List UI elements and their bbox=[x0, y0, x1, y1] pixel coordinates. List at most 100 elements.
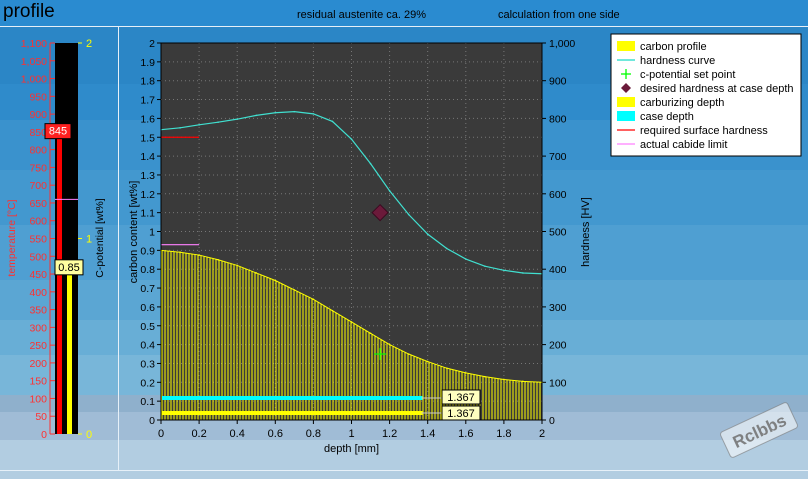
y-tick-label: 1.3 bbox=[140, 170, 155, 182]
carbon-profile-point bbox=[426, 360, 429, 363]
y-tick-label: 0.9 bbox=[140, 245, 155, 257]
c-potential-value-label: 0.85 bbox=[58, 262, 79, 274]
temperature-tick-label: 450 bbox=[29, 269, 47, 281]
profile-chart: 0501001502002503003504004505005506006507… bbox=[0, 26, 808, 479]
legend-entry-label: desired hardness at case depth bbox=[640, 83, 794, 95]
legend-entry-label: required surface hardness bbox=[640, 125, 768, 137]
hardness-curve-point bbox=[312, 113, 315, 115]
carbon-profile-point bbox=[503, 378, 505, 381]
temperature-tick-label: 300 bbox=[29, 322, 47, 334]
x-tick-label: 0.8 bbox=[306, 428, 321, 440]
temperature-tick-label: 800 bbox=[29, 145, 47, 157]
temperature-tick-label: 200 bbox=[29, 358, 47, 370]
carbon-profile-point bbox=[312, 298, 315, 301]
carbon-profile-point bbox=[407, 353, 410, 355]
hardness-curve-point bbox=[484, 265, 486, 267]
y-tick-label: 1.5 bbox=[140, 132, 155, 144]
hardness-curve-point bbox=[426, 233, 429, 235]
carbon-profile-point bbox=[274, 279, 277, 282]
hardness-curve-point bbox=[274, 111, 277, 114]
y2-tick-label: 400 bbox=[549, 264, 567, 276]
y-tick-label: 1.8 bbox=[140, 76, 155, 88]
hardness-curve-point bbox=[465, 258, 467, 260]
c-potential-axis-title: C-potential [wt%] bbox=[94, 198, 106, 277]
temperature-tick-label: 1,000 bbox=[21, 74, 47, 86]
y2-tick-label: 700 bbox=[549, 151, 567, 163]
temperature-tick-label: 350 bbox=[29, 305, 47, 317]
temperature-tick-label: 600 bbox=[29, 216, 47, 228]
legend-entry-label: hardness curve bbox=[640, 55, 715, 67]
y2-tick-label: 900 bbox=[549, 76, 567, 88]
legend-entry-label: carbon profile bbox=[640, 41, 707, 53]
y2-tick-label: 300 bbox=[549, 302, 567, 314]
y2-tick-label: 1,000 bbox=[549, 38, 575, 50]
x-tick-label: 2 bbox=[539, 428, 545, 440]
legend-entry-label: c-potential set point bbox=[640, 69, 735, 81]
temperature-tick-label: 50 bbox=[35, 411, 47, 423]
legend-entry-label: carburizing depth bbox=[640, 97, 724, 109]
carburizing-depth-bar bbox=[162, 411, 423, 415]
y-tick-label: 0.4 bbox=[140, 340, 155, 352]
hardness-curve-point bbox=[369, 162, 372, 165]
y-tick-label: 0.6 bbox=[140, 302, 155, 314]
hardness-curve-point bbox=[445, 247, 448, 250]
y-tick-label: 0.3 bbox=[140, 358, 155, 370]
x-axis-title: depth [mm] bbox=[324, 443, 379, 455]
temperature-tick-label: 700 bbox=[29, 180, 47, 192]
temperature-tick-label: 750 bbox=[29, 162, 47, 174]
y-tick-label: 0.1 bbox=[140, 396, 155, 408]
c-potential-tick-label: 1 bbox=[86, 234, 92, 246]
hardness-curve-point bbox=[255, 114, 258, 117]
temperature-tick-label: 850 bbox=[29, 127, 47, 139]
carbon-profile-point bbox=[465, 372, 467, 374]
legend-entry-label: case depth bbox=[640, 111, 694, 123]
carbon-profile-point bbox=[198, 254, 200, 256]
legend-swatch-carburizing-depth bbox=[617, 97, 635, 107]
temperature-tick-label: 500 bbox=[29, 251, 47, 263]
temperature-tick-label: 900 bbox=[29, 109, 47, 121]
c-potential-tick-label: 0 bbox=[86, 429, 92, 441]
legend-entry-label: actual cabide limit bbox=[640, 139, 727, 151]
carbon-profile-point bbox=[369, 332, 372, 335]
y2-tick-label: 500 bbox=[549, 227, 567, 239]
y2-tick-label: 200 bbox=[549, 340, 567, 352]
hardness-curve-point bbox=[503, 269, 505, 272]
hardness-curve-point bbox=[198, 124, 200, 126]
y2-tick-label: 600 bbox=[549, 189, 567, 201]
carbon-profile-point bbox=[350, 321, 353, 323]
carbon-profile-point bbox=[217, 258, 219, 261]
carburizing-depth-value-label: 1.367 bbox=[447, 408, 475, 420]
y-axis-title: carbon content [wt%] bbox=[128, 181, 140, 284]
y2-axis-title: hardness [HV] bbox=[580, 197, 592, 267]
carbon-profile-point bbox=[255, 272, 258, 274]
temperature-tick-label: 100 bbox=[29, 393, 47, 405]
temperature-tick-label: 0 bbox=[41, 429, 47, 441]
carbon-profile-point bbox=[388, 343, 391, 346]
x-tick-label: 0.6 bbox=[268, 428, 283, 440]
temperature-tick-label: 150 bbox=[29, 376, 47, 388]
y-tick-label: 1.7 bbox=[140, 95, 155, 107]
carbon-profile-point bbox=[331, 309, 334, 312]
y-tick-label: 0.7 bbox=[140, 283, 155, 295]
y-tick-label: 1.9 bbox=[140, 57, 155, 69]
y-tick-label: 0.8 bbox=[140, 264, 155, 276]
x-tick-label: 1.6 bbox=[458, 428, 473, 440]
y-tick-label: 1.1 bbox=[140, 208, 155, 220]
temperature-tick-label: 1,100 bbox=[21, 38, 47, 50]
y2-tick-label: 0 bbox=[549, 415, 555, 427]
temperature-tick-label: 1,050 bbox=[21, 56, 47, 68]
legend-swatch-case-depth bbox=[617, 111, 635, 121]
carbon-profile-point bbox=[179, 251, 181, 254]
hardness-curve-point bbox=[388, 189, 391, 192]
hardness-curve-point bbox=[331, 120, 334, 123]
y-tick-label: 0 bbox=[149, 415, 155, 427]
hardness-curve-point bbox=[407, 213, 410, 216]
x-tick-label: 0.2 bbox=[191, 428, 206, 440]
x-tick-label: 1.4 bbox=[420, 428, 435, 440]
hardness-curve-point bbox=[350, 138, 353, 140]
background-band bbox=[0, 440, 808, 479]
temperature-tick-label: 400 bbox=[29, 287, 47, 299]
y-tick-label: 0.5 bbox=[140, 321, 155, 333]
y2-tick-label: 100 bbox=[549, 377, 567, 389]
c-potential-bar bbox=[67, 267, 72, 434]
